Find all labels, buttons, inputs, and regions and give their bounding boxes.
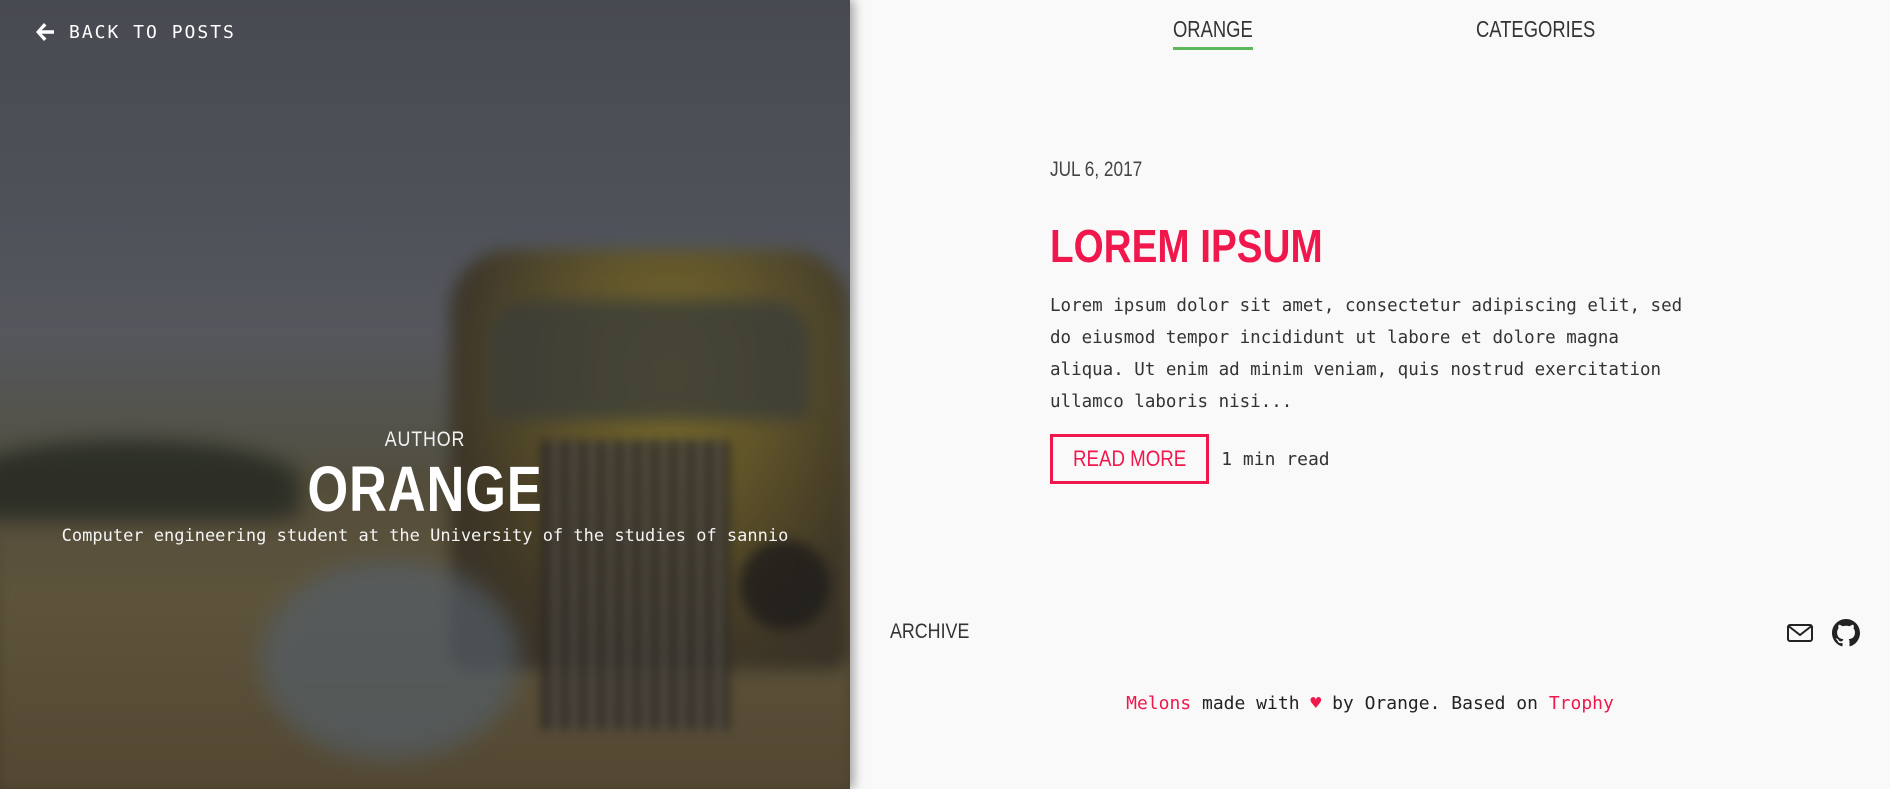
footer-by-text: by Orange. Based on [1332,693,1538,714]
post-title-link[interactable]: LOREM IPSUM [1050,220,1323,272]
top-nav: ORANGE CATEGORIES [850,16,1890,56]
back-to-posts-link[interactable]: BACK TO POSTS [33,20,236,44]
mail-icon[interactable] [1786,619,1814,647]
social-links [1786,619,1860,647]
author-bio: Computer engineering student at the Univ… [61,526,789,546]
hero-panel: BACK TO POSTS AUTHOR ORANGE Computer eng… [0,0,850,789]
github-icon[interactable] [1832,619,1860,647]
arrow-left-icon [36,23,54,41]
archive-link[interactable]: ARCHIVE [890,620,969,644]
site-footer: Melons made with ♥ by Orange. Based on T… [850,693,1890,714]
author-name: ORANGE [307,453,543,525]
post-preview: JUL 6, 2017 LOREM IPSUM Lorem ipsum dolo… [1050,158,1700,484]
post-footer: READ MORE 1 min read [1050,434,1700,484]
back-to-posts-label: BACK TO POSTS [69,21,236,43]
nav-item-categories[interactable]: CATEGORIES [1476,16,1595,43]
read-time: 1 min read [1221,448,1330,470]
hero-overlay [0,0,850,789]
heart-icon: ♥ [1310,693,1322,714]
read-more-button[interactable]: READ MORE [1050,434,1210,484]
author-label: AUTHOR [384,428,466,451]
footer-made-with: made with [1202,693,1300,714]
footer-site-link[interactable]: Melons [1126,693,1191,714]
post-excerpt: Lorem ipsum dolor sit amet, consectetur … [1050,296,1683,412]
author-block: AUTHOR ORANGE Computer engineering stude… [0,428,850,546]
nav-item-orange[interactable]: ORANGE [1173,16,1253,50]
read-more-label: READ MORE [1072,446,1187,471]
footer-theme-link[interactable]: Trophy [1549,693,1614,714]
post-date: JUL 6, 2017 [1050,158,1143,181]
